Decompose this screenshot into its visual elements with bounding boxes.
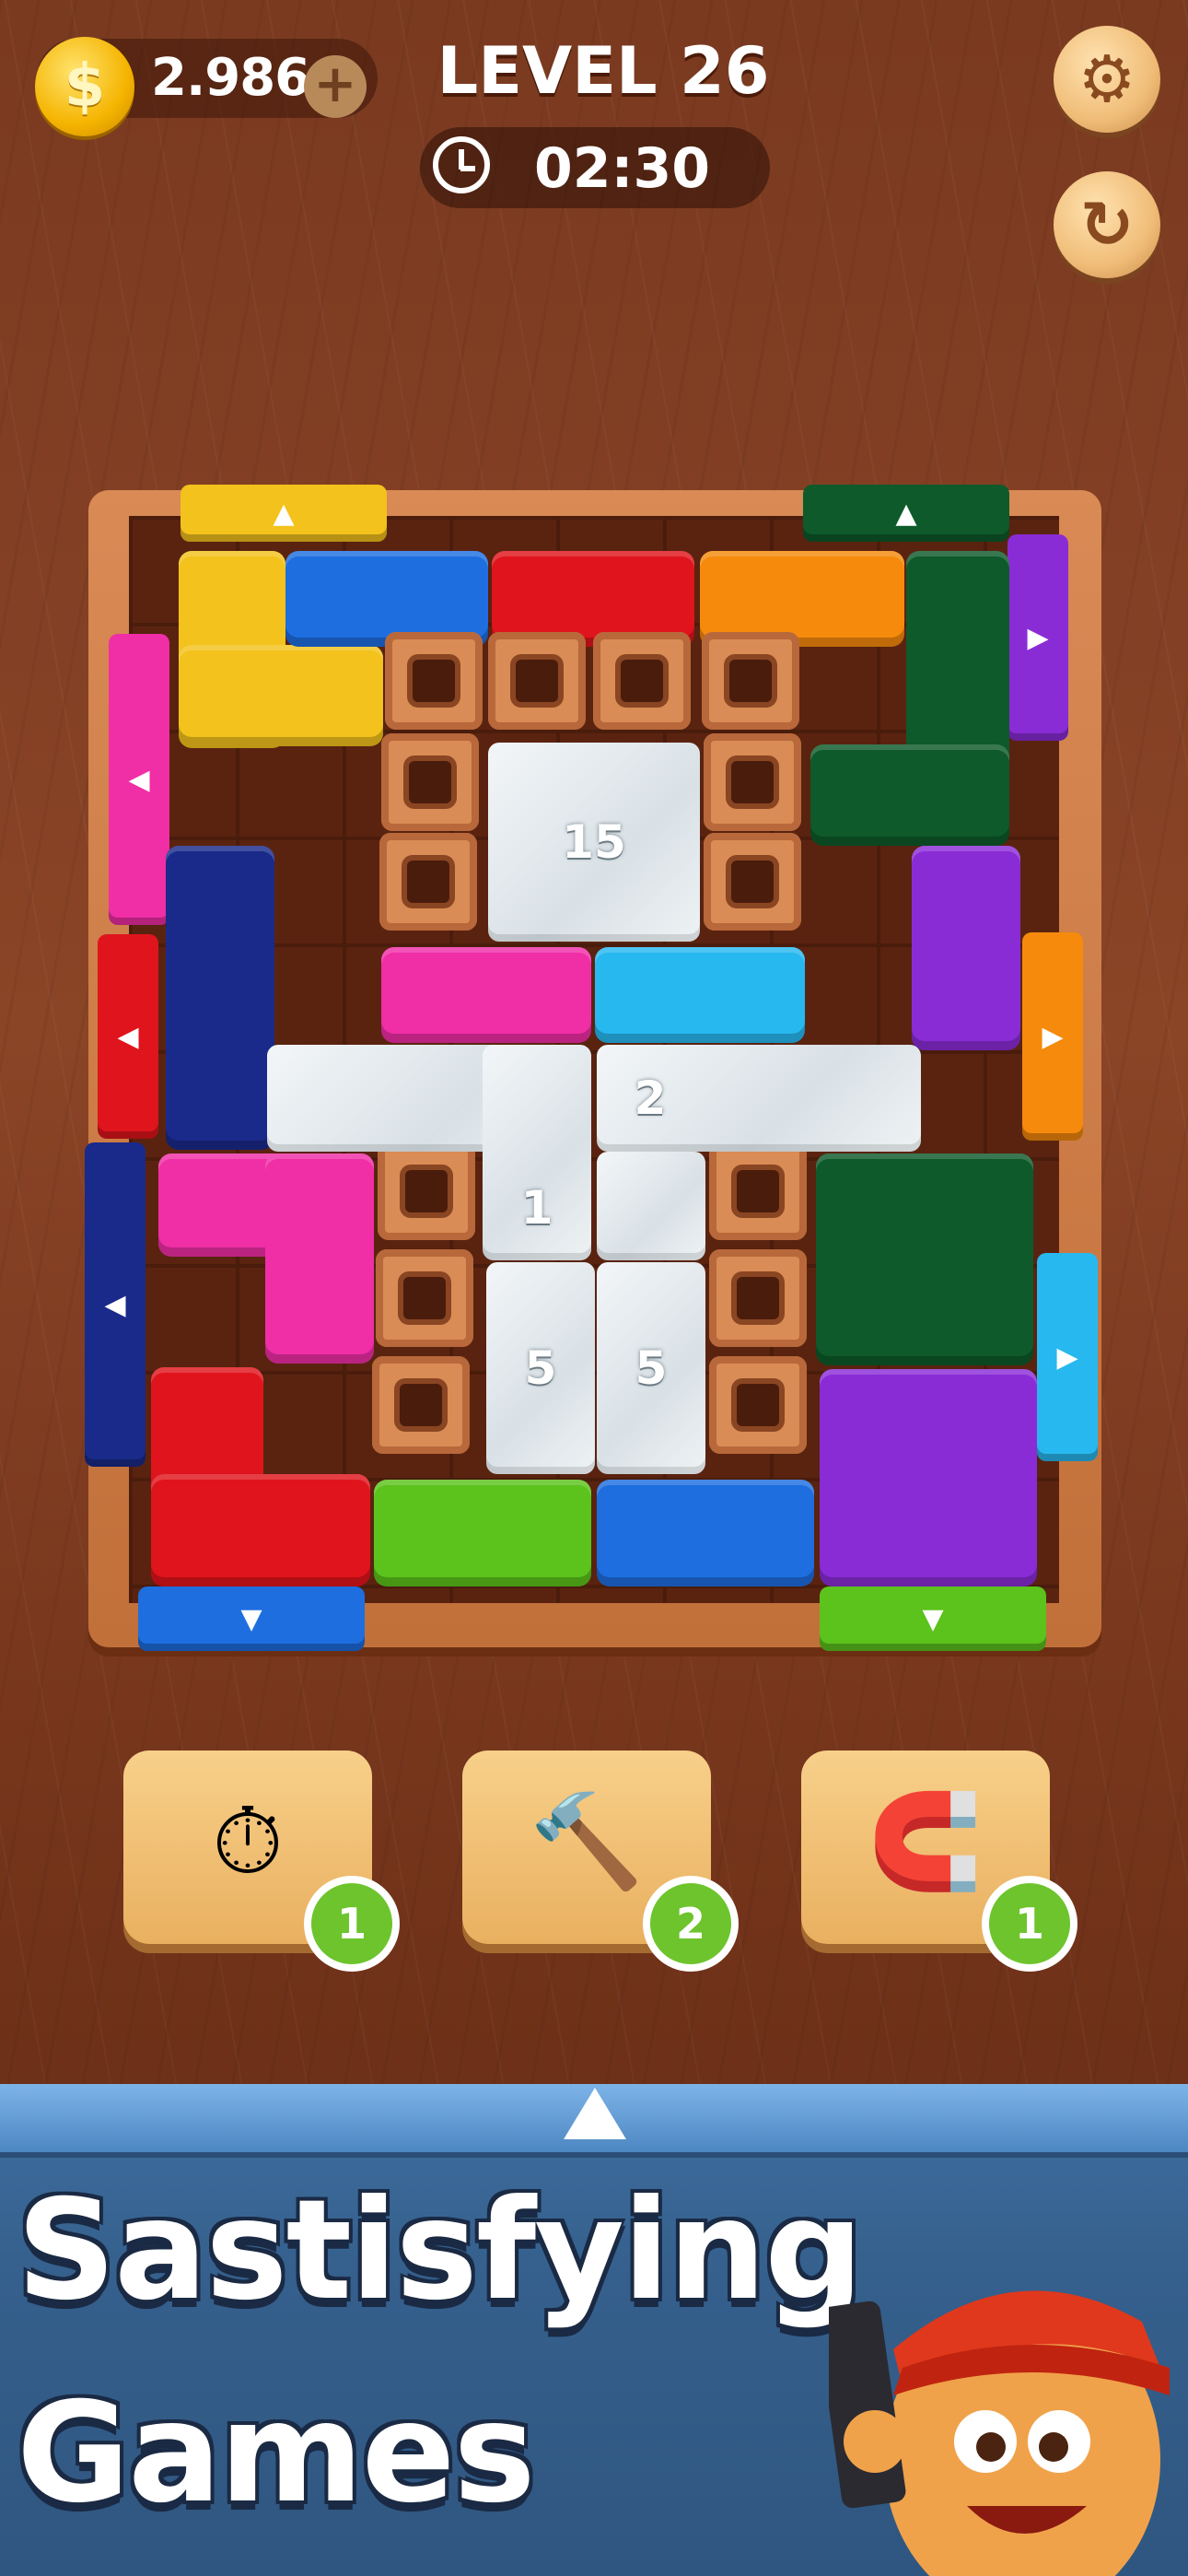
block-cyan-mid[interactable] [595,947,805,1043]
block-purple-mid[interactable] [912,846,1020,1050]
crate-tile [593,632,691,730]
block-blue-bottom[interactable] [597,1480,814,1587]
promo-line-1: Sastisfying [17,2171,864,2331]
powerup-freeze-count: 1 [304,1876,400,1972]
level-title: LEVEL 26 [437,33,770,109]
crate-tile [709,1142,807,1240]
exit-gate-green-top: ▲ [803,485,1009,542]
crate-tile [379,833,477,931]
coin-count: 2.986 [151,48,310,108]
restart-button[interactable]: ↻ [1054,171,1160,278]
gear-icon: ⚙ [1077,41,1136,117]
add-coins-button[interactable]: + [304,55,367,118]
exit-gate-navy-left: ◀ [85,1142,146,1467]
exit-gate-blue-bottom: ▼ [138,1587,365,1651]
marble-block-5-right: 5 [597,1262,705,1474]
block-pink-left-arm[interactable] [265,1153,374,1364]
block-lime-bottom[interactable] [374,1480,591,1587]
block-darkgreen-right[interactable] [816,1153,1033,1365]
block-pink-mid[interactable] [381,947,591,1043]
crate-tile [378,1142,475,1240]
block-purple-bottom[interactable] [820,1369,1037,1587]
marble-block-5-left: 5 [486,1262,595,1474]
crate-tile [372,1356,470,1454]
exit-gate-lime-bottom: ▼ [820,1587,1046,1651]
crate-tile [704,833,801,931]
exit-gate-red-left: ◀ [98,934,158,1139]
block-yellow-arm[interactable] [179,645,383,746]
marble-block-2: 2 [597,1045,921,1152]
crate-tile [702,632,799,730]
coin-icon: $ [35,37,134,136]
crate-tile [385,632,483,730]
crate-tile [381,733,479,831]
marble-block-15: 15 [488,743,700,942]
exit-gate-yellow-top: ▲ [181,485,387,542]
exit-gate-pink-left: ◀ [109,634,169,925]
marble-block-1: 1 [483,1045,591,1260]
powerup-hammer-count: 2 [643,1876,739,1972]
crate-tile [376,1249,473,1347]
crate-tile [709,1249,807,1347]
block-darkgreen-arm[interactable] [810,744,1009,846]
exit-gate-cyan-right: ▶ [1037,1253,1098,1461]
expand-arrow-icon[interactable] [564,2088,626,2139]
timer-value: 02:30 [534,136,710,201]
block-red-bottom-arm[interactable] [151,1474,370,1587]
crate-tile [704,733,801,831]
exit-gate-orange-right: ▶ [1022,932,1083,1141]
block-navy[interactable] [166,846,274,1150]
crate-tile [488,632,586,730]
exit-gate-purple-right: ▶ [1007,534,1068,741]
powerup-magnet-count: 1 [982,1876,1077,1972]
crate-tile [709,1356,807,1454]
promo-line-2: Games [17,2373,536,2534]
clock-icon [433,136,490,193]
mascot-character [829,2290,1170,2576]
settings-button[interactable]: ⚙ [1054,26,1160,133]
restart-icon: ↻ [1079,187,1135,263]
marble-block-2-stem [597,1152,705,1260]
